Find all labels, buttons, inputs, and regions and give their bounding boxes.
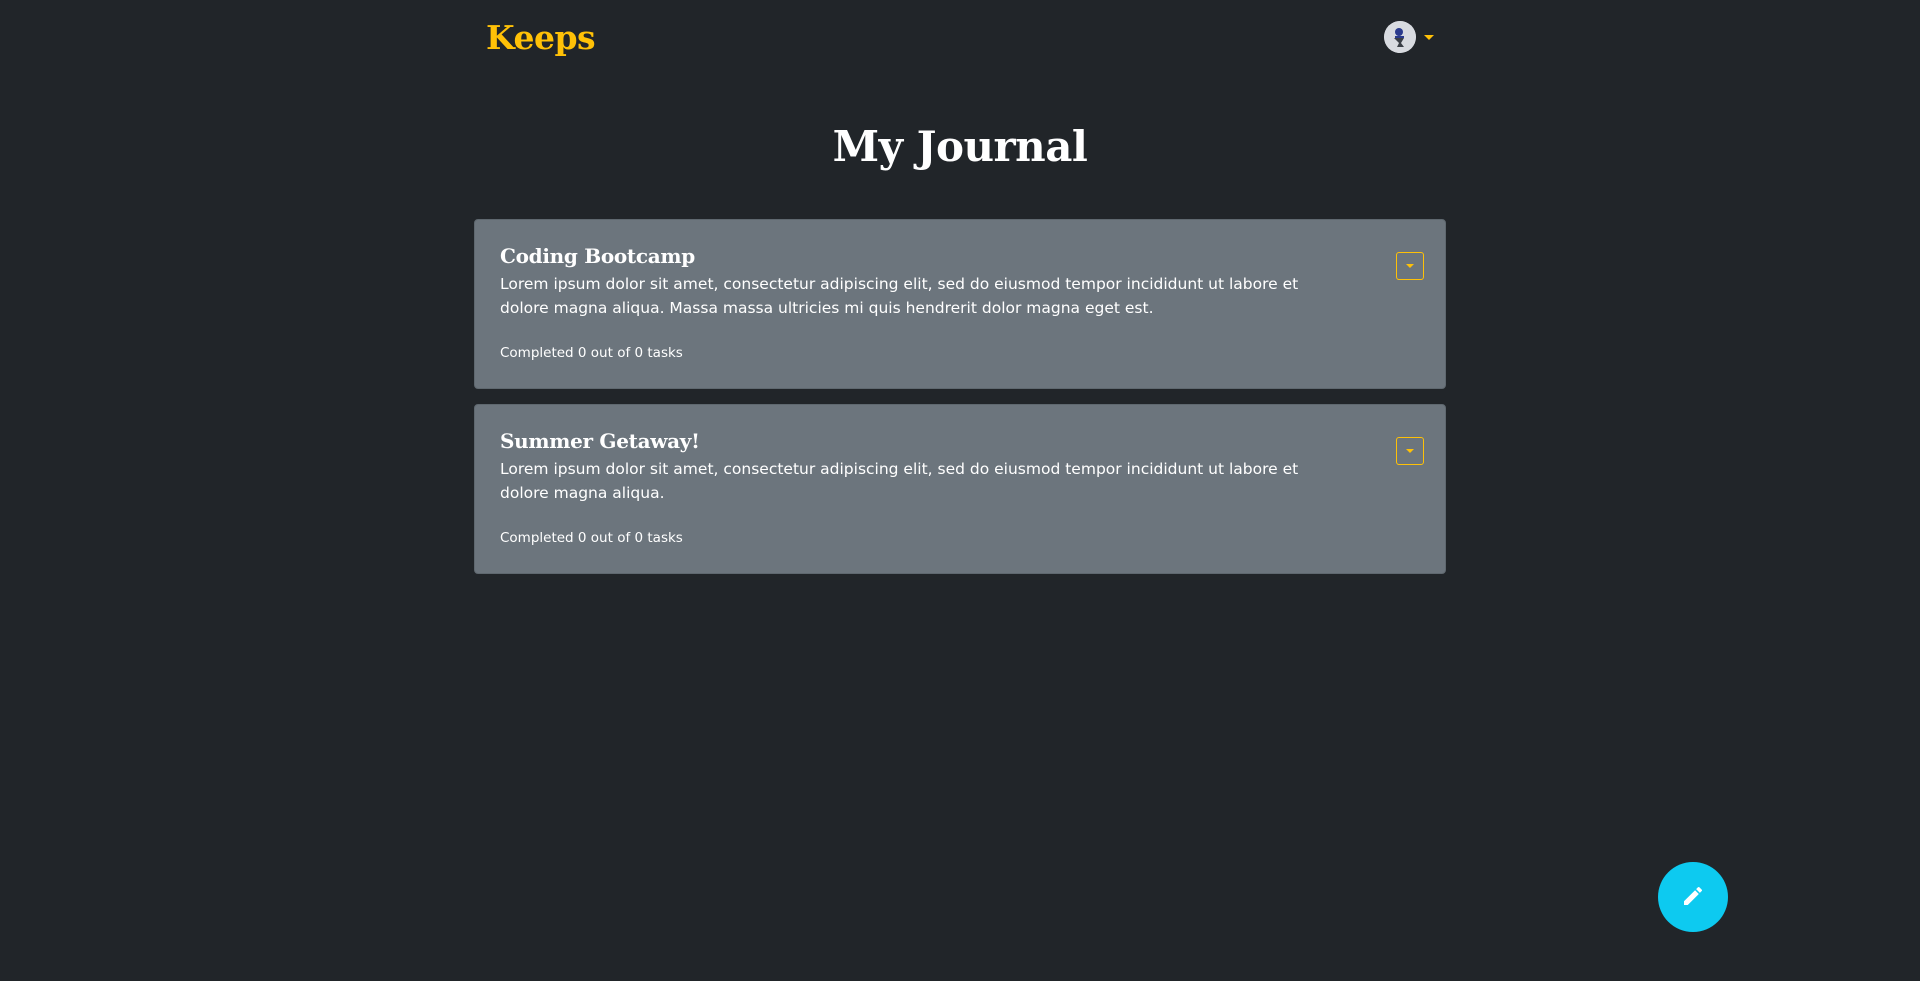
entry-dropdown-button[interactable] xyxy=(1396,252,1424,280)
entry-task-status: Completed 0 out of 0 tasks xyxy=(500,345,683,361)
caret-down-icon[interactable] xyxy=(1424,34,1434,40)
page-title: My Journal xyxy=(832,122,1088,171)
user-menu-toggle[interactable] xyxy=(1384,21,1434,53)
journal-entry-list: Coding Bootcamp Lorem ipsum dolor sit am… xyxy=(474,219,1446,574)
entry-title: Coding Bootcamp xyxy=(500,244,695,268)
navbar: Keeps xyxy=(474,0,1446,74)
entry-body: Lorem ipsum dolor sit amet, consectetur … xyxy=(500,275,1299,317)
user-avatar-icon[interactable] xyxy=(1384,21,1416,53)
caret-down-icon xyxy=(1406,449,1414,453)
caret-down-icon xyxy=(1406,264,1414,268)
entry-dropdown-button[interactable] xyxy=(1396,437,1424,465)
journal-entry-card[interactable]: Summer Getaway! Lorem ipsum dolor sit am… xyxy=(474,404,1446,574)
new-entry-button[interactable] xyxy=(1658,862,1728,932)
entry-body: Lorem ipsum dolor sit amet, consectetur … xyxy=(500,460,1299,502)
app-container: Keeps My Journal Coding Bootcamp Lorem i… xyxy=(474,0,1446,574)
pencil-icon xyxy=(1681,884,1705,911)
entry-title: Summer Getaway! xyxy=(500,429,700,453)
entry-task-status: Completed 0 out of 0 tasks xyxy=(500,530,683,546)
brand-logo[interactable]: Keeps xyxy=(486,18,596,57)
journal-entry-card[interactable]: Coding Bootcamp Lorem ipsum dolor sit am… xyxy=(474,219,1446,389)
